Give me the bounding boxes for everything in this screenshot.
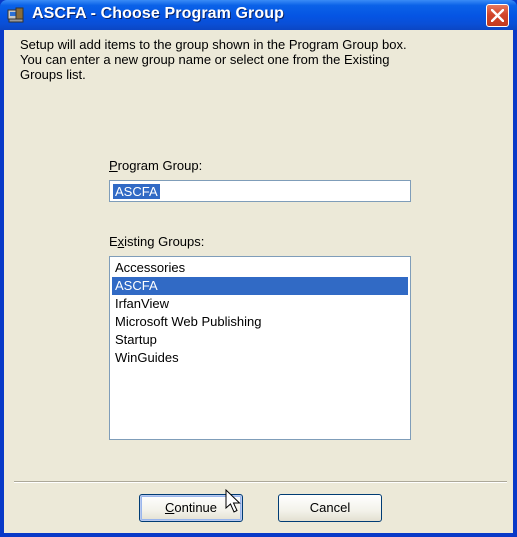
setup-icon [7,7,25,23]
list-item[interactable]: Microsoft Web Publishing [112,313,408,331]
instructions-line: Setup will add items to the group shown … [20,37,407,52]
program-group-value: ASCFA [113,184,160,199]
list-item[interactable]: IrfanView [112,295,408,313]
cancel-button[interactable]: Cancel [278,494,382,522]
existing-groups-list[interactable]: Accessories ASCFA IrfanView Microsoft We… [109,256,411,440]
existing-groups-label: Existing Groups: [109,234,205,249]
list-item[interactable]: Accessories [112,259,408,277]
instructions-line: You can enter a new group name or select… [20,52,390,67]
title-bar[interactable]: ASCFA - Choose Program Group [0,0,517,30]
list-item-selected[interactable]: ASCFA [112,277,408,295]
close-icon [491,9,504,22]
close-button[interactable] [486,4,509,27]
list-item[interactable]: WinGuides [112,349,408,367]
instructions-text: Setup will add items to the group shown … [20,37,510,82]
instructions-line: Groups list. [20,67,86,82]
mouse-cursor-icon [225,489,241,513]
list-item[interactable]: Startup [112,331,408,349]
window-title: ASCFA - Choose Program Group [32,5,285,22]
program-group-input[interactable]: ASCFA [109,180,411,202]
divider [14,481,507,483]
program-group-label: Program Group: [109,158,203,173]
